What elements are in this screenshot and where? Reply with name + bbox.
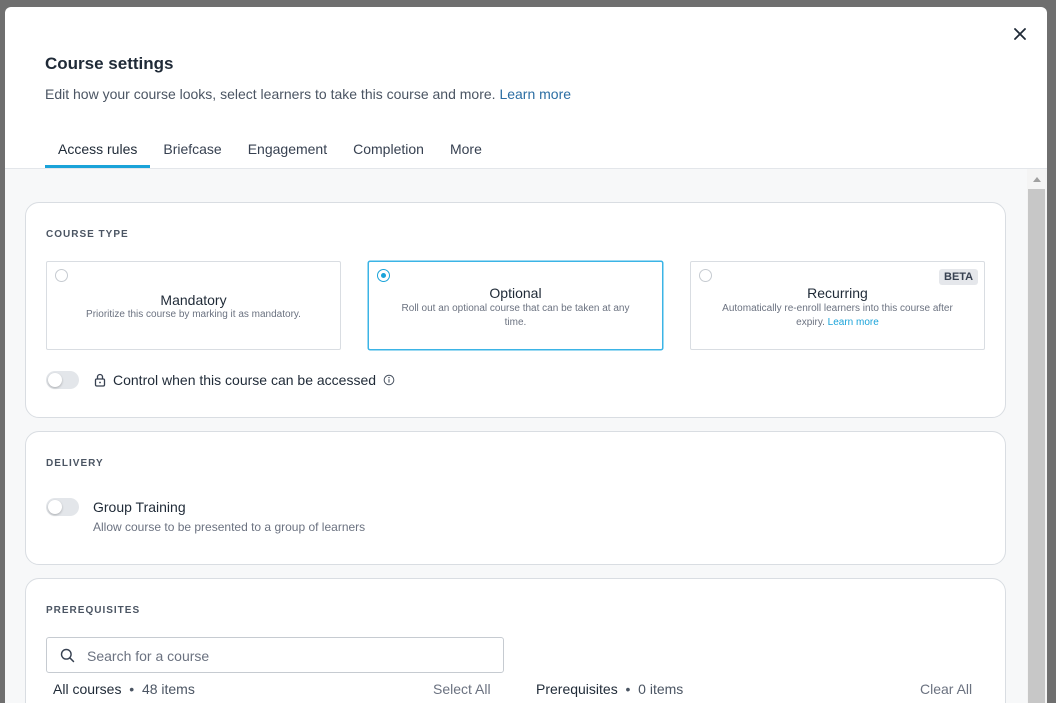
select-all-button[interactable]: Select All [433,681,491,697]
optional-radio[interactable] [377,269,390,282]
prerequisites-card: PREREQUISITES All courses • 48 items Sel… [25,578,1006,703]
option-title: Mandatory [160,292,227,308]
access-control-label: Control when this course can be accessed [113,372,377,388]
group-training-description: Allow course to be presented to a group … [93,520,366,534]
course-settings-dialog: Course settings Edit how your course loo… [5,7,1047,703]
tab-access-rules[interactable]: Access rules [45,137,151,168]
tab-briefcase[interactable]: Briefcase [150,137,234,168]
recurring-radio[interactable] [699,269,712,282]
scroll-up-arrow[interactable] [1033,177,1041,182]
close-button[interactable] [1011,25,1029,43]
recurring-learn-more-link[interactable]: Learn more [828,317,879,328]
all-courses-count: 48 items [141,681,195,697]
option-title: Recurring [807,285,868,301]
settings-content: COURSE TYPE Mandatory Prioritize this co… [5,169,1027,703]
dialog-title: Course settings [45,54,174,73]
option-recurring[interactable]: BETA Recurring Automatically re-enroll l… [690,261,985,350]
dialog-subtitle-text: Edit how your course looks, select learn… [45,86,496,102]
course-type-card: COURSE TYPE Mandatory Prioritize this co… [25,202,1006,418]
option-title: Optional [489,285,542,301]
option-mandatory[interactable]: Mandatory Prioritize this course by mark… [46,261,341,350]
course-search-input[interactable] [87,646,487,666]
clear-all-button[interactable]: Clear All [920,681,972,697]
tab-more[interactable]: More [437,137,495,168]
group-training-title: Group Training [93,499,186,515]
prerequisites-label: Prerequisites [536,681,618,697]
settings-tabs: Access rules Briefcase Engagement Comple… [45,137,495,168]
prerequisites-count: 0 items [638,681,684,697]
separator-dot: • [129,681,135,697]
all-courses-header: All courses • 48 items [53,681,195,697]
access-control-toggle[interactable] [46,371,79,389]
all-courses-label: All courses [53,681,122,697]
group-training-toggle[interactable] [46,498,79,516]
learn-more-link[interactable]: Learn more [499,86,571,102]
scrollbar-thumb[interactable] [1028,189,1045,703]
separator-dot: • [625,681,631,697]
prerequisites-heading: PREREQUISITES [46,605,141,616]
option-optional[interactable]: Optional Roll out an optional course tha… [368,261,663,350]
content-scrollbar[interactable] [1027,169,1047,703]
course-type-heading: COURSE TYPE [46,229,129,240]
prerequisites-list-header: Prerequisites • 0 items [536,681,683,697]
course-search-field[interactable] [46,637,504,673]
mandatory-radio[interactable] [55,269,68,282]
tab-completion[interactable]: Completion [340,137,437,168]
delivery-heading: DELIVERY [46,458,104,469]
option-description: Roll out an optional course that can be … [401,303,630,328]
search-icon [60,648,75,663]
option-description: Prioritize this course by marking it as … [86,309,301,320]
close-icon [1014,28,1026,40]
delivery-card: DELIVERY Group Training Allow course to … [25,431,1006,565]
option-description: Automatically re-enroll learners into th… [691,302,984,330]
beta-badge: BETA [939,269,979,285]
dialog-subtitle: Edit how your course looks, select learn… [45,86,571,102]
lock-icon [94,373,106,387]
tab-engagement[interactable]: Engagement [235,137,340,168]
info-icon[interactable] [383,374,395,386]
